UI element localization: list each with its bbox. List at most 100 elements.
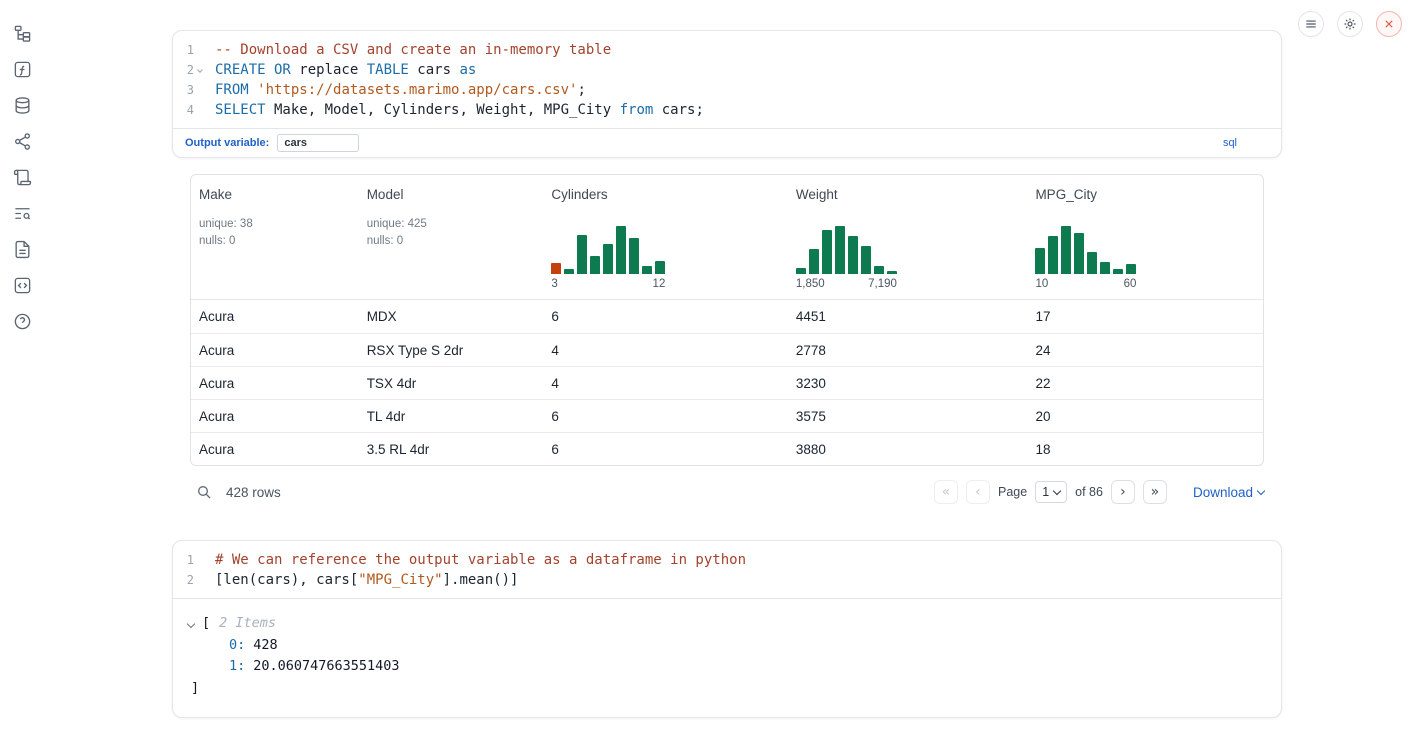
code-square-icon (13, 276, 32, 295)
column-name[interactable]: Model (367, 187, 536, 202)
code-text: CREATE OR replace TABLE cars as (205, 60, 476, 80)
column-name[interactable]: Make (199, 187, 351, 202)
sql-output: Make unique: 38 nulls: 0 Model unique: 4… (172, 174, 1282, 506)
table-cell: 2778 (788, 343, 1028, 358)
sidebar-item-help[interactable] (11, 310, 33, 332)
row-count: 428 rows (226, 485, 281, 500)
output-variable-input[interactable] (277, 134, 359, 152)
histogram-bar (835, 226, 845, 274)
histogram-bar (1074, 233, 1084, 274)
page-select-value: 1 (1042, 485, 1049, 499)
table-cell: 6 (543, 409, 788, 424)
close-bracket: ] (191, 678, 199, 700)
last-page-button[interactable]: » (1143, 480, 1167, 504)
file-text-icon (13, 240, 32, 259)
sql-cell-footer: Output variable: sql (173, 128, 1281, 157)
download-button[interactable]: Download (1193, 485, 1264, 500)
close-icon (1382, 17, 1396, 31)
sidebar-item-documentation[interactable] (11, 238, 33, 260)
histogram[interactable] (551, 226, 665, 274)
data-table: Make unique: 38 nulls: 0 Model unique: 4… (190, 174, 1264, 466)
sidebar (0, 0, 44, 729)
histogram-bar (809, 249, 819, 274)
histogram-bar (564, 269, 574, 274)
output-entry: 0: 428 (188, 635, 1267, 657)
fold-chevron-icon[interactable] (197, 67, 203, 73)
table-row[interactable]: AcuraTL 4dr6357520 (191, 399, 1263, 432)
code-text: FROM 'https://datasets.marimo.app/cars.c… (205, 80, 586, 100)
table-cell: 4 (543, 343, 788, 358)
next-page-button[interactable]: › (1111, 480, 1135, 504)
histogram-bar (848, 236, 858, 274)
histogram[interactable] (1035, 226, 1136, 274)
table-row[interactable]: AcuraRSX Type S 2dr4277824 (191, 333, 1263, 366)
function-square-icon (13, 60, 32, 79)
sidebar-item-outline[interactable] (11, 202, 33, 224)
sidebar-item-snippets[interactable] (11, 274, 33, 296)
fold-gutter (194, 100, 205, 120)
code-line: 4SELECT Make, Model, Cylinders, Weight, … (173, 100, 1269, 120)
sidebar-item-dependencies[interactable] (11, 130, 33, 152)
code-text: SELECT Make, Model, Cylinders, Weight, M… (205, 100, 704, 120)
column-header-make: Make unique: 38 nulls: 0 (191, 175, 359, 299)
table-row[interactable]: AcuraMDX6445117 (191, 300, 1263, 333)
histogram-range: 1,850 7,190 (796, 278, 897, 290)
column-header-cylinders: Cylinders 3 12 (543, 175, 788, 299)
prev-page-button[interactable]: ‹ (966, 480, 990, 504)
table-cell: 18 (1027, 442, 1263, 457)
page-select[interactable]: 1 (1035, 481, 1067, 503)
open-bracket: [ (202, 613, 210, 635)
histogram-range: 3 12 (551, 278, 665, 290)
language-badge: sql (1223, 137, 1237, 149)
weight-histogram: 1,850 7,190 (796, 226, 897, 290)
stat-unique: unique: 425 (367, 216, 536, 233)
python-code-editor[interactable]: 1# We can reference the output variable … (173, 541, 1281, 598)
table-row[interactable]: AcuraTSX 4dr4323022 (191, 366, 1263, 399)
sidebar-item-variables[interactable] (11, 58, 33, 80)
sidebar-item-scratchpad[interactable] (11, 166, 33, 188)
code-text: # We can reference the output variable a… (205, 550, 746, 570)
histogram-range: 10 60 (1035, 278, 1136, 290)
table-cell: 3230 (788, 376, 1028, 391)
sql-code-editor[interactable]: 1-- Download a CSV and create an in-memo… (173, 31, 1281, 128)
entry-value: 20.060747663551403 (253, 656, 399, 678)
shutdown-button[interactable] (1376, 11, 1402, 37)
histogram-bar (887, 271, 897, 274)
collapse-chevron-icon[interactable] (187, 620, 195, 628)
table-cell: 3880 (788, 442, 1028, 457)
histogram-min: 1,850 (796, 278, 825, 290)
column-name[interactable]: MPG_City (1035, 187, 1255, 202)
table-cell: RSX Type S 2dr (359, 343, 544, 358)
stat-unique: unique: 38 (199, 216, 351, 233)
sidebar-item-data-sources[interactable] (11, 94, 33, 116)
histogram-bar (655, 261, 665, 274)
column-header-weight: Weight 1,850 7,190 (788, 175, 1028, 299)
output-close-line: ] (188, 678, 1267, 700)
entry-key: 0: (229, 635, 245, 657)
histogram-max: 7,190 (868, 278, 897, 290)
sidebar-item-file-explorer[interactable] (11, 22, 33, 44)
table-row[interactable]: Acura3.5 RL 4dr6388018 (191, 432, 1263, 465)
line-number: 2 (173, 60, 194, 80)
page-label: Page (998, 485, 1027, 499)
menu-button[interactable] (1298, 11, 1324, 37)
column-name[interactable]: Weight (796, 187, 1020, 202)
help-circle-icon (13, 312, 32, 331)
line-number: 1 (173, 40, 194, 60)
table-cell: TL 4dr (359, 409, 544, 424)
search-button[interactable] (196, 484, 212, 500)
topbar-actions (1298, 11, 1402, 37)
first-page-button[interactable]: « (934, 480, 958, 504)
settings-button[interactable] (1337, 11, 1363, 37)
database-icon (13, 96, 32, 115)
fold-gutter[interactable] (194, 60, 205, 80)
mpg-city-histogram: 10 60 (1035, 226, 1136, 290)
column-name[interactable]: Cylinders (551, 187, 780, 202)
line-number: 3 (173, 80, 194, 100)
pagination: « ‹ Page 1 of 86 › » (934, 480, 1167, 504)
fold-gutter (194, 40, 205, 60)
output-entry: 1: 20.060747663551403 (188, 656, 1267, 678)
histogram[interactable] (796, 226, 897, 274)
table-cell: Acura (191, 309, 359, 324)
histogram-min: 10 (1035, 278, 1048, 290)
